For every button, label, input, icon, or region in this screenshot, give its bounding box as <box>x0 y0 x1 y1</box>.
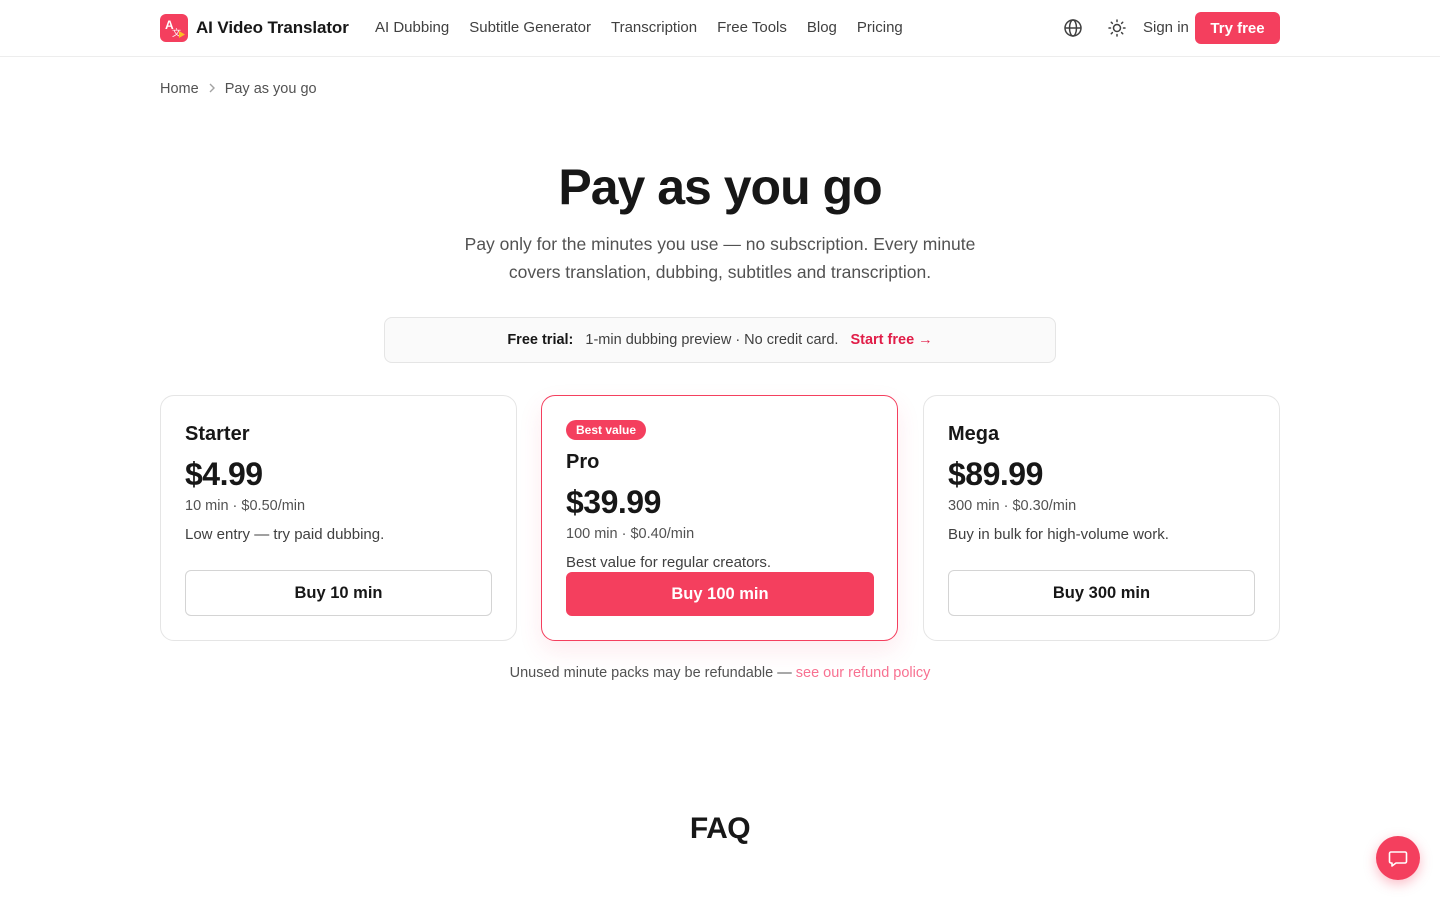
plan-price: $89.99 <box>948 456 1043 492</box>
trial-text: 1-min dubbing preview · No credit card. <box>585 332 839 348</box>
plan-meta: 300 min · $0.30/min <box>948 498 1077 514</box>
plan-price: $39.99 <box>566 484 661 520</box>
plan-price: $4.99 <box>185 456 263 492</box>
brand-name: AI Video Translator <box>196 18 349 37</box>
breadcrumb-home[interactable]: Home <box>160 81 199 97</box>
breadcrumb-current: Pay as you go <box>224 81 317 97</box>
page-title: Pay as you go <box>558 159 882 215</box>
globe-icon[interactable] <box>1062 17 1084 39</box>
plan-card-mega: Mega $89.99 300 min · $0.30/min Buy in b… <box>923 395 1280 641</box>
nav-transcription[interactable]: Transcription <box>611 18 697 38</box>
faq-heading: FAQ <box>689 812 751 845</box>
start-free-link[interactable]: Start free → <box>850 332 932 348</box>
nav-free-tools[interactable]: Free Tools <box>717 18 787 38</box>
plan-meta: 100 min · $0.40/min <box>566 526 695 542</box>
nav-subtitle-generator[interactable]: Subtitle Generator <box>469 18 591 38</box>
trial-label: Free trial: <box>507 332 574 348</box>
logo-link[interactable]: A 文 AI Video Translator <box>160 14 349 42</box>
chevron-right-icon <box>208 81 216 97</box>
plan-card-starter: Starter $4.99 10 min · $0.50/min Low ent… <box>160 395 517 641</box>
buy-100-min-button[interactable]: Buy 100 min <box>566 572 874 616</box>
chat-button[interactable] <box>1376 836 1420 880</box>
nav-pricing[interactable]: Pricing <box>857 18 903 38</box>
logo-icon: A 文 <box>160 14 188 42</box>
refund-policy-link[interactable]: see our refund policy <box>796 665 931 681</box>
plan-card-pro: Best value Pro $39.99 100 min · $0.40/mi… <box>541 395 898 641</box>
free-trial-banner: Free trial: 1-min dubbing preview · No c… <box>384 317 1056 363</box>
plan-description: Buy in bulk for high-volume work. <box>948 526 1169 543</box>
nav-blog[interactable]: Blog <box>807 18 837 38</box>
refund-note: Unused minute packs may be refundable — … <box>0 665 1440 681</box>
plan-description: Best value for regular creators. <box>566 554 772 571</box>
try-free-button[interactable]: Try free <box>1195 12 1280 44</box>
buy-10-min-button[interactable]: Buy 10 min <box>185 570 492 616</box>
breadcrumb: Home Pay as you go <box>160 81 317 97</box>
best-value-badge: Best value <box>566 420 647 440</box>
plan-name: Mega <box>948 423 1000 445</box>
refund-text: Unused minute packs may be refundable — <box>509 665 796 681</box>
buy-300-min-button[interactable]: Buy 300 min <box>948 570 1255 616</box>
plan-meta: 10 min · $0.50/min <box>185 498 306 514</box>
plan-name: Pro <box>566 451 600 473</box>
page-subtitle: Pay only for the minutes you use — no su… <box>464 234 976 282</box>
main-nav: AI Dubbing Subtitle Generator Transcript… <box>375 18 903 38</box>
plan-description: Low entry — try paid dubbing. <box>185 526 385 543</box>
site-header: A 文 AI Video Translator AI Dubbing Subti… <box>0 0 1440 57</box>
plan-name: Starter <box>185 423 250 445</box>
nav-ai-dubbing[interactable]: AI Dubbing <box>375 18 449 38</box>
sun-icon[interactable] <box>1106 17 1128 39</box>
sign-in-link[interactable]: Sign in <box>1143 18 1189 38</box>
